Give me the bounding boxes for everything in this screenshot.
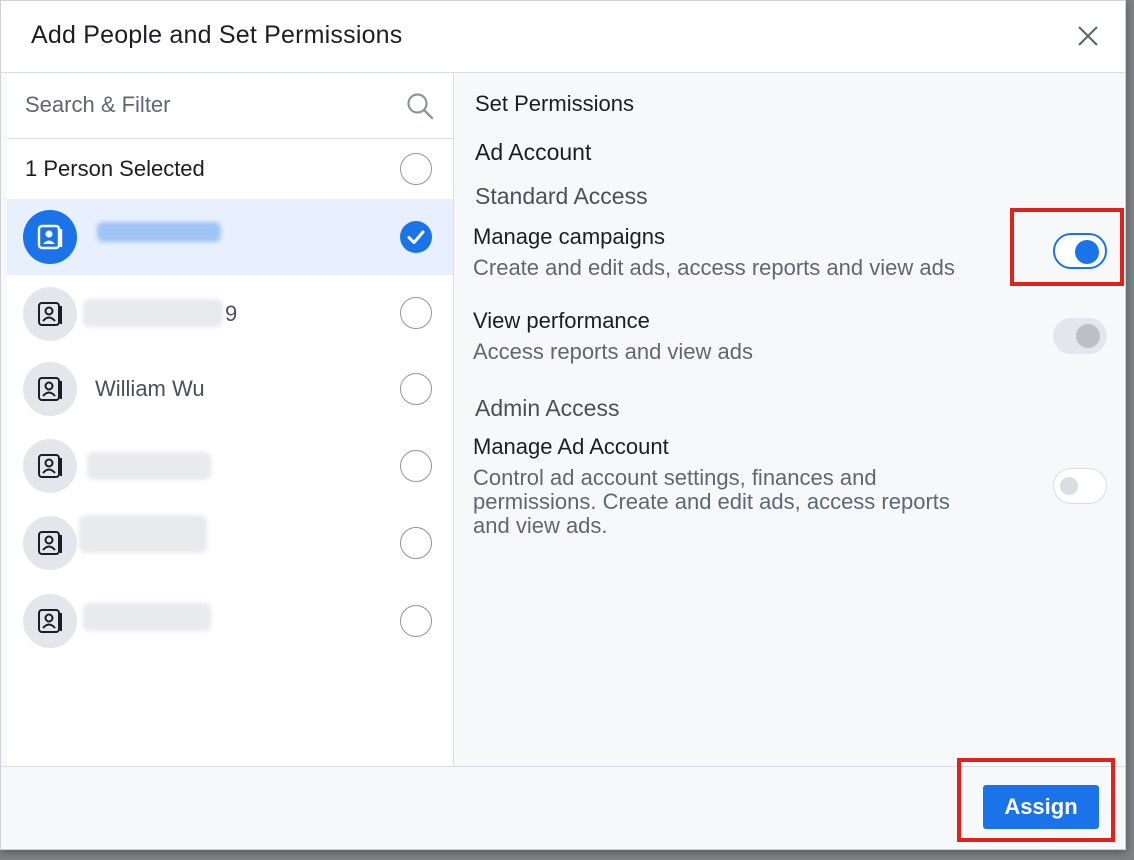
- search-icon[interactable]: [405, 91, 435, 121]
- avatar: [23, 210, 77, 264]
- person-row[interactable]: William Wu: [7, 351, 453, 427]
- people-list-pane: 1 Person Selected: [7, 73, 454, 766]
- redacted-name: [79, 515, 207, 553]
- avatar: [23, 439, 77, 493]
- redacted-name: [83, 299, 223, 327]
- search-row: [7, 73, 453, 139]
- avatar: [23, 594, 77, 648]
- person-name: 9: [225, 301, 238, 326]
- redacted-name: [97, 222, 221, 242]
- select-all-radio[interactable]: [400, 153, 432, 185]
- person-icon: [38, 377, 62, 401]
- person-select-radio[interactable]: [400, 297, 432, 329]
- standard-access-heading: Standard Access: [475, 183, 648, 209]
- person-select-radio[interactable]: [400, 450, 432, 482]
- dialog-header: Add People and Set Permissions: [1, 1, 1125, 73]
- dialog-title: Add People and Set Permissions: [31, 21, 403, 49]
- redacted-name: [87, 452, 211, 480]
- manage-campaigns-title: Manage campaigns: [473, 224, 666, 249]
- selection-count-label: 1 Person Selected: [25, 156, 205, 181]
- person-row[interactable]: [7, 427, 453, 503]
- assign-highlight-annotation: [957, 758, 1115, 842]
- person-icon: [38, 609, 62, 633]
- account-type-heading: Ad Account: [475, 139, 592, 165]
- view-performance-description: Access reports and view ads: [473, 339, 754, 364]
- admin-access-heading: Admin Access: [475, 395, 620, 421]
- person-icon: [38, 531, 62, 555]
- person-icon: [37, 224, 63, 250]
- avatar: [23, 362, 77, 416]
- toggle-highlight-annotation: [1010, 208, 1124, 286]
- person-icon: [38, 302, 62, 326]
- person-select-radio[interactable]: [400, 373, 432, 405]
- person-select-radio[interactable]: [400, 605, 432, 637]
- person-row[interactable]: [7, 503, 453, 579]
- close-button[interactable]: [1073, 21, 1103, 51]
- avatar: [23, 287, 77, 341]
- manage-ad-account-toggle[interactable]: [1053, 468, 1107, 504]
- permissions-pane: Set Permissions Ad Account Standard Acce…: [455, 73, 1125, 766]
- manage-ad-account-description-line-3: and view ads.: [473, 513, 608, 538]
- view-performance-title: View performance: [473, 308, 650, 333]
- check-icon: [407, 230, 425, 244]
- selection-summary-row: 1 Person Selected: [7, 139, 453, 199]
- person-name: William Wu: [95, 376, 205, 401]
- person-row[interactable]: [7, 579, 453, 655]
- toggle-knob: [1076, 324, 1100, 348]
- view-performance-toggle[interactable]: [1053, 318, 1107, 354]
- search-input[interactable]: [25, 87, 385, 123]
- avatar: [23, 516, 77, 570]
- close-icon: [1078, 26, 1098, 46]
- manage-campaigns-description: Create and edit ads, access reports and …: [473, 255, 955, 280]
- person-icon: [38, 454, 62, 478]
- manage-ad-account-description-line-1: Control ad account settings, finances an…: [473, 465, 877, 490]
- selected-check[interactable]: [400, 221, 432, 253]
- person-row[interactable]: 9: [7, 275, 453, 351]
- add-people-dialog: Add People and Set Permissions 1 Person …: [0, 0, 1126, 850]
- permissions-heading: Set Permissions: [475, 91, 634, 116]
- manage-ad-account-title: Manage Ad Account: [473, 434, 669, 459]
- person-row[interactable]: [7, 199, 453, 275]
- person-select-radio[interactable]: [400, 527, 432, 559]
- manage-ad-account-description-line-2: permissions. Create and edit ads, access…: [473, 489, 950, 514]
- redacted-name: [83, 603, 211, 631]
- toggle-knob: [1060, 477, 1078, 495]
